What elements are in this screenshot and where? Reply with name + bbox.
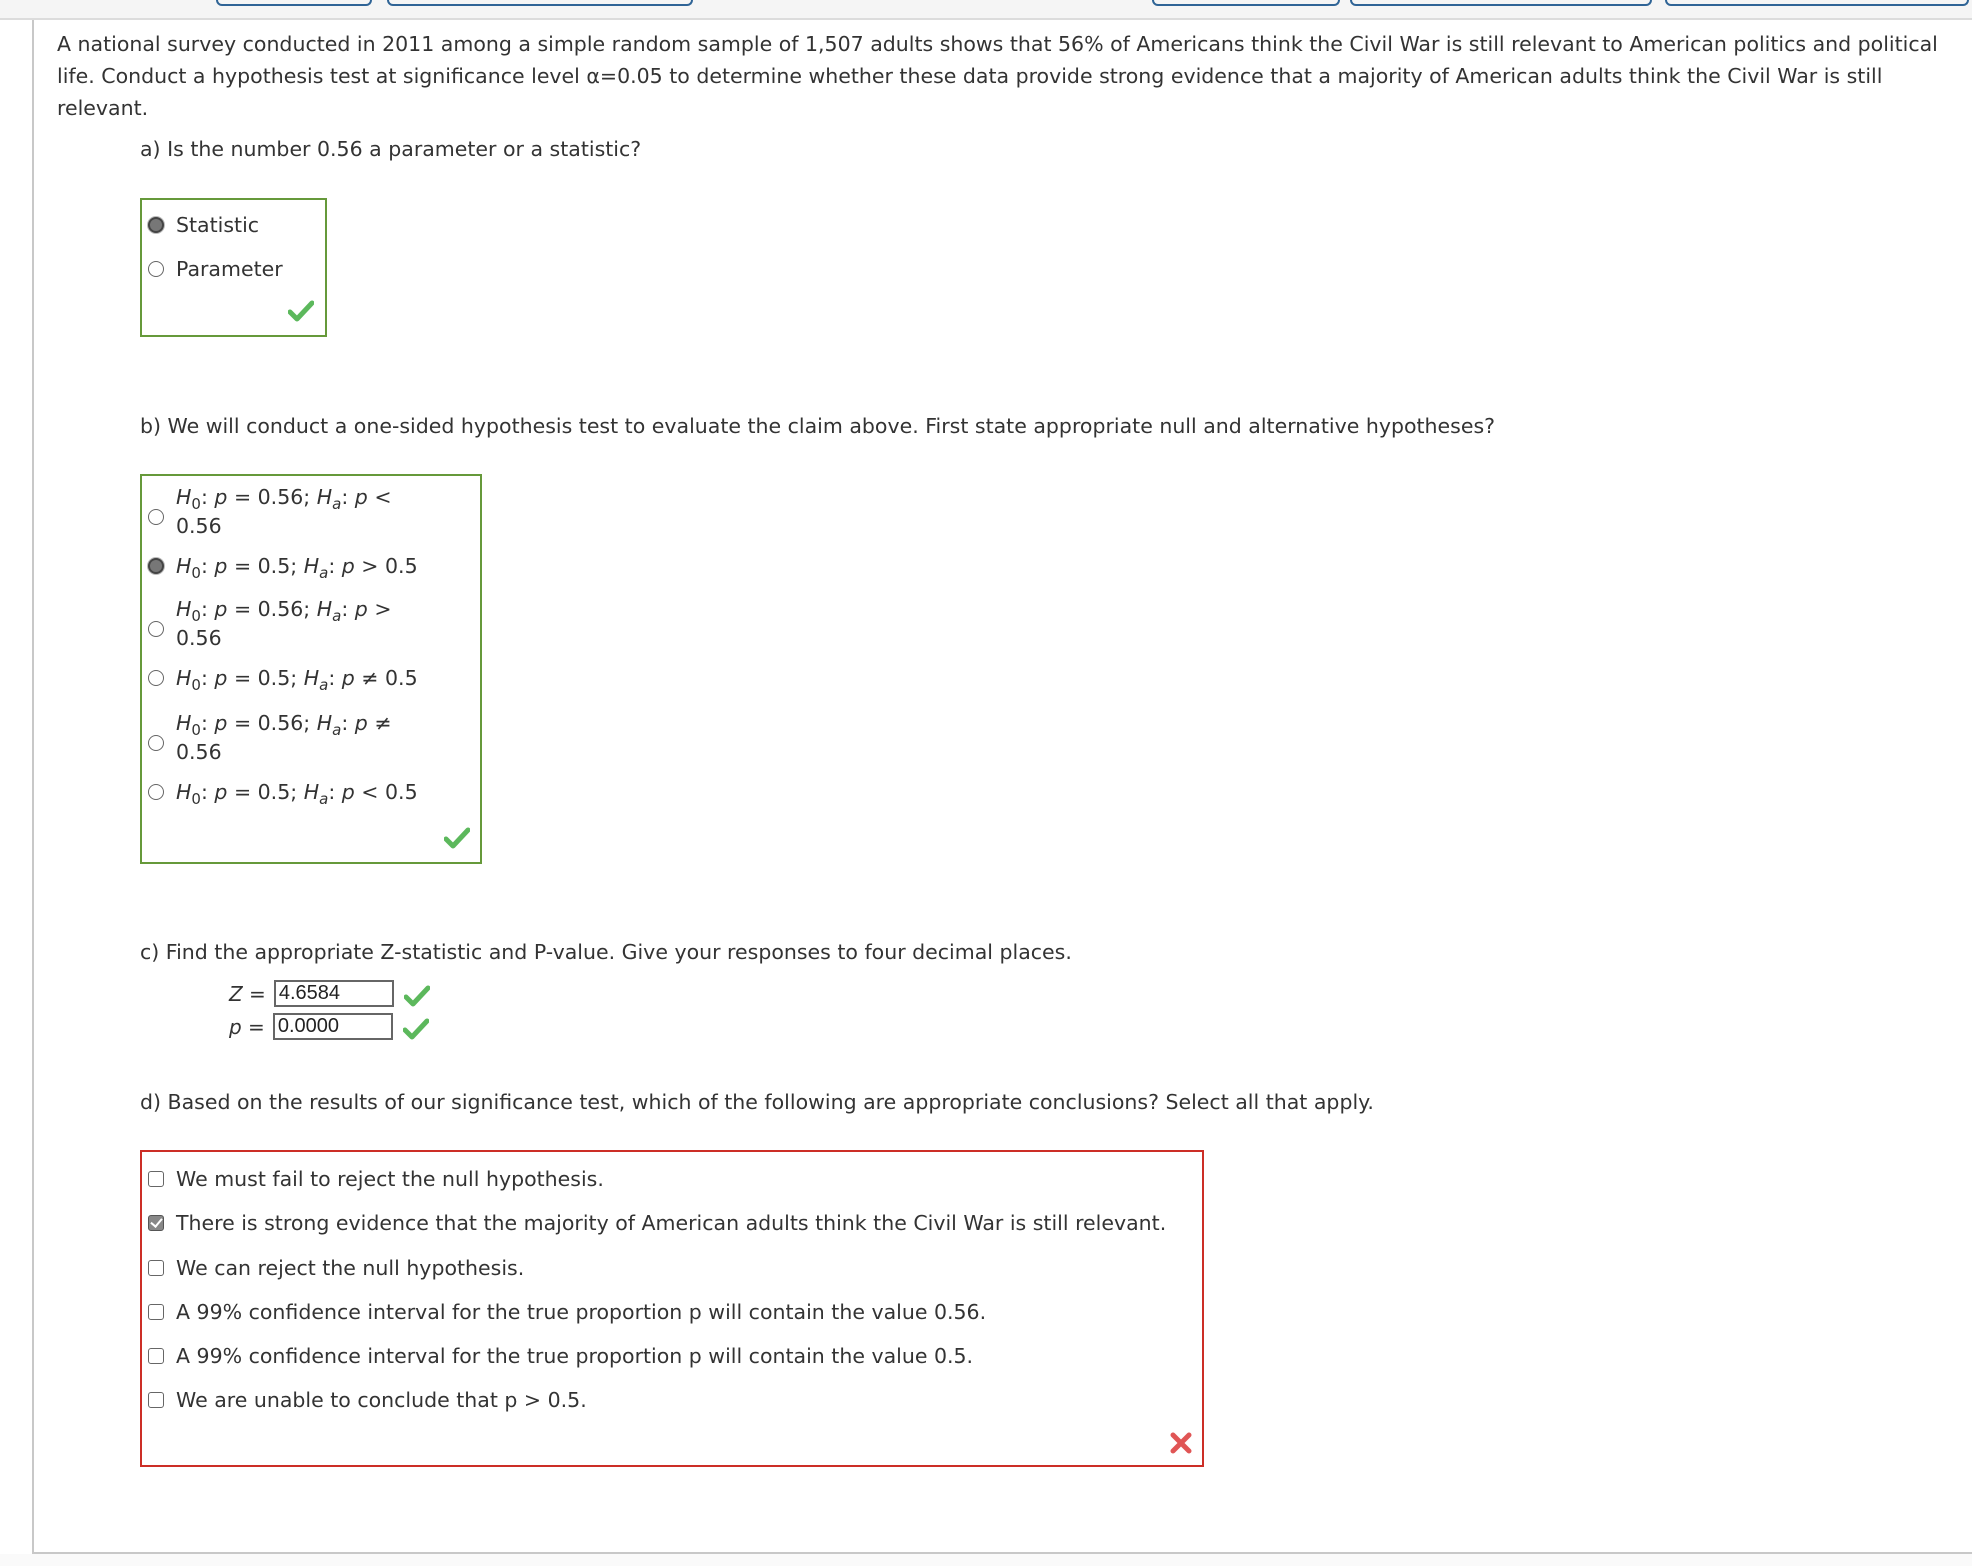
option-label: We are unable to conclude that p > 0.5. [176,1388,587,1412]
option-label: We can reject the null hypothesis. [176,1256,525,1280]
checkbox[interactable] [148,1171,164,1187]
option-label: A 99% confidence interval for the true p… [176,1344,974,1368]
option-label: There is strong evidence that the majori… [176,1211,1167,1235]
toolbar-button-2[interactable] [387,0,693,6]
option-label: H0: p = 0.5; Ha: p < 0.5 [176,780,418,808]
part-a-question: a) Is the number 0.56 a parameter or a s… [140,137,642,161]
part-c-question: c) Find the appropriate Z-statistic and … [140,940,1072,964]
toolbar-button-3[interactable] [1152,0,1340,6]
radio-option-hypothesis-3[interactable]: H0: p = 0.56; Ha: p >0.56 [148,595,448,653]
radio-button[interactable] [148,509,164,525]
radio-button[interactable] [148,217,164,233]
checkbox[interactable] [148,1348,164,1364]
z-statistic-row: Z = 4.6584 [229,980,430,1007]
option-label: H0: p = 0.56; Ha: p >0.56 [176,597,392,650]
part-b-answer-box: H0: p = 0.56; Ha: p <0.56 H0: p = 0.5; H… [140,474,482,864]
checkbox-option-3[interactable]: We can reject the null hypothesis. [148,1254,524,1283]
checkbox-option-5[interactable]: A 99% confidence interval for the true p… [148,1342,973,1371]
radio-option-statistic[interactable]: Statistic [148,211,259,240]
checkbox[interactable] [148,1260,164,1276]
checkbox[interactable] [148,1392,164,1408]
check-icon [288,300,314,322]
radio-option-hypothesis-5[interactable]: H0: p = 0.56; Ha: p ≠ 0.56 [148,709,448,767]
p-value-input[interactable]: 0.0000 [272,1013,393,1040]
radio-button[interactable] [148,558,164,574]
checkbox[interactable] [148,1215,164,1231]
z-statistic-input[interactable]: 4.6584 [273,980,394,1007]
radio-option-parameter[interactable]: Parameter [148,255,283,284]
check-icon [444,827,470,849]
radio-option-hypothesis-6[interactable]: H0: p = 0.5; Ha: p < 0.5 [148,778,418,807]
radio-button[interactable] [148,621,164,637]
option-label: Statistic [176,213,260,237]
option-label: H0: p = 0.56; Ha: p <0.56 [176,485,392,538]
part-a-answer-box: Statistic Parameter [140,198,327,337]
x-icon [1170,1432,1192,1454]
checkbox-option-1[interactable]: We must fail to reject the null hypothes… [148,1165,604,1194]
toolbar-button-1[interactable] [216,0,372,6]
toolbar-button-5[interactable] [1665,0,1969,6]
part-d-answer-box: We must fail to reject the null hypothes… [140,1150,1204,1467]
radio-button[interactable] [148,735,164,751]
option-label: H0: p = 0.5; Ha: p > 0.5 [176,554,418,582]
radio-option-hypothesis-4[interactable]: H0: p = 0.5; Ha: p ≠ 0.5 [148,664,418,693]
option-label: A 99% confidence interval for the true p… [176,1300,987,1324]
toolbar-button-4[interactable] [1350,0,1652,6]
option-label: H0: p = 0.56; Ha: p ≠ 0.56 [176,711,392,764]
check-icon [403,985,430,1006]
bottom-edge [0,1554,1972,1566]
option-label: We must fail to reject the null hypothes… [176,1167,604,1191]
option-label: H0: p = 0.5; Ha: p ≠ 0.5 [176,666,418,694]
checkbox[interactable] [148,1304,164,1320]
checkbox-option-2[interactable]: There is strong evidence that the majori… [148,1209,1166,1238]
p-value-row: p = 0.0000 [229,1013,429,1040]
radio-button[interactable] [148,670,164,686]
checkbox-option-6[interactable]: We are unable to conclude that p > 0.5. [148,1386,587,1415]
radio-button[interactable] [148,261,164,277]
option-label: Parameter [176,257,283,281]
problem-statement: A national survey conducted in 2011 amon… [57,32,1938,120]
z-label: Z = [229,981,266,1006]
radio-button[interactable] [148,784,164,800]
part-d-question: d) Based on the results of our significa… [140,1090,1374,1114]
radio-option-hypothesis-2[interactable]: H0: p = 0.5; Ha: p > 0.5 [148,552,418,581]
p-label: p = [229,1014,265,1039]
check-icon [402,1018,429,1039]
part-b-question: b) We will conduct a one-sided hypothesi… [140,414,1496,438]
checkbox-option-4[interactable]: A 99% confidence interval for the true p… [148,1298,986,1327]
radio-option-hypothesis-1[interactable]: H0: p = 0.56; Ha: p <0.56 [148,483,448,541]
top-toolbar [0,0,1972,20]
